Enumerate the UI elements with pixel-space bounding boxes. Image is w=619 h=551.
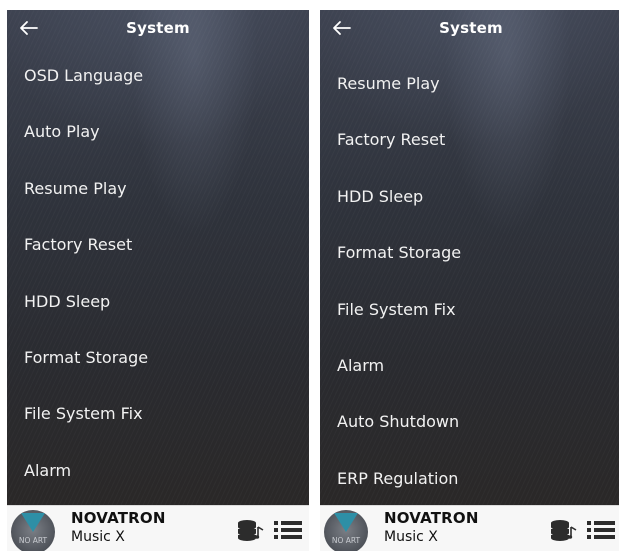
device-model: Music X	[71, 529, 125, 545]
logo-text: NO ART	[332, 536, 361, 545]
menu-item-hdd-sleep[interactable]: HDD Sleep	[320, 169, 619, 225]
system-screen-left: System OSD Language Auto Play Resume Pla…	[7, 10, 309, 551]
device-model: Music X	[384, 529, 438, 545]
music-library-icon[interactable]	[550, 519, 578, 541]
menu-item-file-system-fix[interactable]: File System Fix	[7, 386, 309, 442]
menu-item-auto-shutdown[interactable]: Auto Shutdown	[320, 394, 619, 450]
device-avatar: NO ART	[324, 510, 368, 551]
screen-header: System	[320, 10, 619, 48]
menu-item-format-storage[interactable]: Format Storage	[320, 225, 619, 281]
menu-item-alarm[interactable]: Alarm	[320, 338, 619, 394]
list-icon[interactable]	[273, 518, 303, 542]
device-name: NOVATRON	[71, 509, 166, 527]
settings-menu: OSD Language Auto Play Resume Play Facto…	[7, 48, 309, 499]
novatron-logo-icon: NO ART	[19, 513, 48, 545]
menu-item-factory-reset[interactable]: Factory Reset	[320, 112, 619, 168]
music-library-icon[interactable]	[237, 519, 265, 541]
page-title: System	[439, 19, 503, 37]
menu-item-resume-play[interactable]: Resume Play	[320, 56, 619, 112]
list-icon[interactable]	[586, 518, 616, 542]
menu-item-factory-reset[interactable]: Factory Reset	[7, 217, 309, 273]
now-playing-bar[interactable]: NO ART NOVATRON Music X	[7, 505, 309, 551]
menu-item-erp-regulation[interactable]: ERP Regulation	[320, 451, 619, 507]
device-name: NOVATRON	[384, 509, 479, 527]
novatron-logo-icon: NO ART	[332, 513, 361, 545]
logo-text: NO ART	[19, 536, 48, 545]
menu-item-resume-play[interactable]: Resume Play	[7, 161, 309, 217]
menu-item-osd-language[interactable]: OSD Language	[7, 48, 309, 104]
settings-menu: Resume Play Factory Reset HDD Sleep Form…	[320, 56, 619, 507]
screenshot-stage: System OSD Language Auto Play Resume Pla…	[0, 0, 619, 551]
device-avatar: NO ART	[11, 510, 55, 551]
menu-item-file-system-fix[interactable]: File System Fix	[320, 282, 619, 338]
menu-item-format-storage[interactable]: Format Storage	[7, 330, 309, 386]
menu-item-alarm[interactable]: Alarm	[7, 443, 309, 499]
system-screen-right: System Resume Play Factory Reset HDD Sle…	[320, 10, 619, 551]
page-title: System	[126, 19, 190, 37]
now-playing-bar[interactable]: NO ART NOVATRON Music X	[320, 505, 619, 551]
screen-header: System	[7, 10, 309, 48]
menu-item-auto-play[interactable]: Auto Play	[7, 104, 309, 160]
menu-item-hdd-sleep[interactable]: HDD Sleep	[7, 274, 309, 330]
